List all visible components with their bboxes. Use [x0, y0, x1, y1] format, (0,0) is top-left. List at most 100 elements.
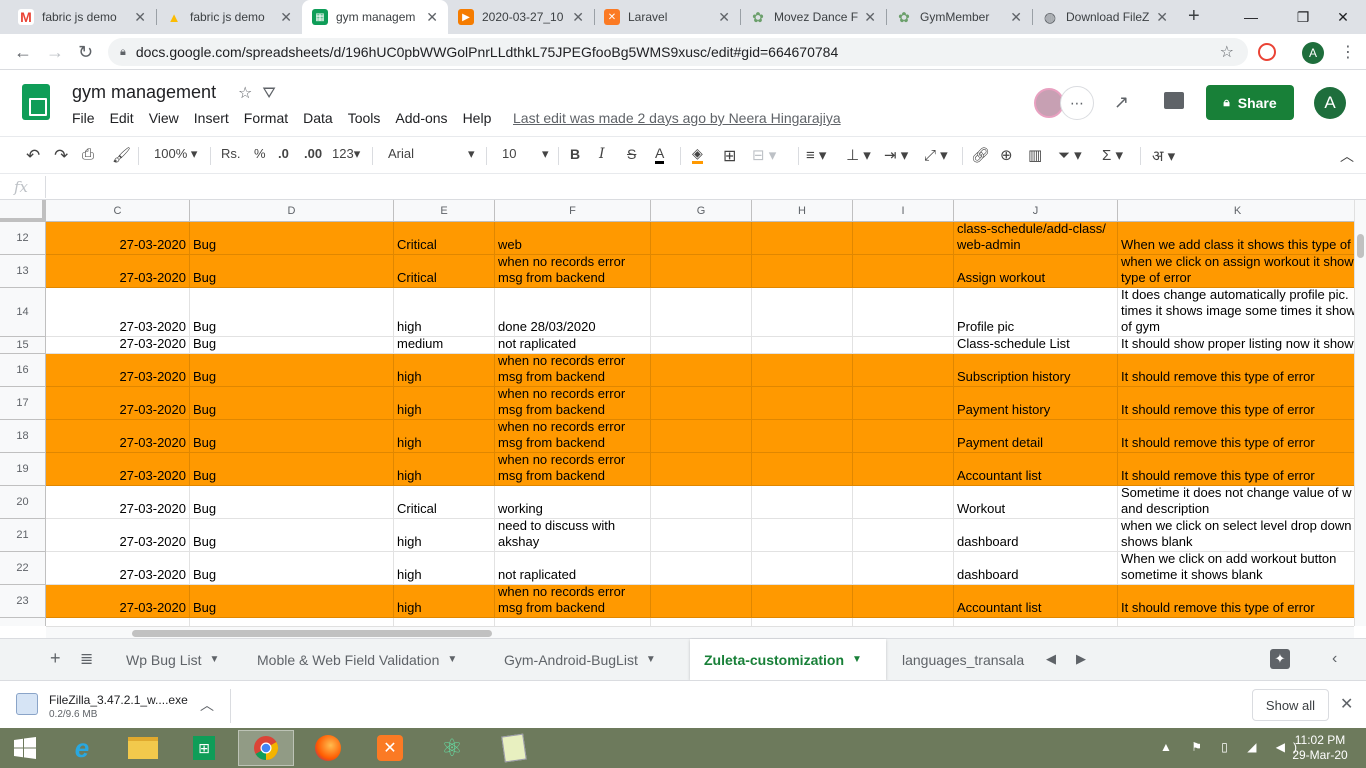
cell[interactable]: Bug [190, 453, 394, 486]
browser-tab[interactable]: ▶ 2020-03-27_10 ✕ [448, 0, 594, 34]
last-edit-link[interactable]: Last edit was made 2 days ago by Neera H… [513, 110, 841, 126]
cell[interactable]: Critical [394, 486, 495, 519]
cell[interactable]: Bug [190, 420, 394, 453]
download-file-name[interactable]: FileZilla_3.47.2.1_w....exe [49, 693, 188, 707]
percent-format-button[interactable]: % [254, 146, 266, 161]
browser-tab-active[interactable]: ▦ gym managem ✕ [302, 0, 448, 34]
windows-start-icon[interactable] [0, 730, 50, 766]
cell[interactable] [651, 387, 752, 420]
row-header[interactable]: 12 [0, 222, 46, 255]
cell[interactable] [853, 288, 954, 337]
formula-input[interactable] [52, 178, 1342, 196]
chevron-up-icon[interactable]: ︿ [200, 695, 214, 715]
column-header-i[interactable]: I [853, 200, 954, 222]
column-header-h[interactable]: H [752, 200, 853, 222]
cell[interactable]: Bug [190, 288, 394, 337]
cell[interactable]: dashboard [954, 552, 1118, 585]
menu-tools[interactable]: Tools [348, 110, 381, 126]
notepad-icon[interactable] [486, 730, 542, 766]
activity-dashboard-icon[interactable]: ↗ [1114, 92, 1129, 113]
cell[interactable] [752, 354, 853, 387]
cell[interactable]: high [394, 519, 495, 552]
cell[interactable]: Class-schedule List [954, 337, 1118, 354]
column-header-j[interactable]: J [954, 200, 1118, 222]
cell[interactable]: 27-03-2020 [46, 222, 190, 255]
column-header-f[interactable]: F [495, 200, 651, 222]
cell[interactable] [651, 585, 752, 618]
row-header[interactable]: 22 [0, 552, 46, 585]
cell[interactable]: when no records error msg from backend [495, 387, 651, 420]
cell[interactable]: done 28/03/2020 [495, 288, 651, 337]
font-size-select[interactable]: 10 ▾ [502, 146, 552, 161]
paint-format-icon[interactable]: 🖌︎ [112, 146, 131, 164]
row-header[interactable]: 14 [0, 288, 46, 337]
cell[interactable] [853, 354, 954, 387]
taskbar-clock[interactable]: 11:02 PM 29-Mar-20 [1290, 733, 1350, 763]
font-family-select[interactable]: Arial ▾ [388, 146, 478, 161]
cell[interactable]: 27-03-2020 [46, 453, 190, 486]
cell[interactable]: Bug [190, 585, 394, 618]
cell[interactable] [853, 618, 954, 626]
cell[interactable]: It does change automatically profile pic… [1118, 288, 1354, 337]
move-to-drive-icon[interactable]: ⛛ [262, 85, 285, 102]
cell[interactable] [651, 486, 752, 519]
bold-icon[interactable]: B [570, 146, 580, 162]
horizontal-align-icon[interactable]: ≡ ▾ [806, 146, 826, 164]
atom-icon[interactable]: ⚛ [424, 730, 480, 766]
cell[interactable]: Bug [190, 337, 394, 354]
input-tools-select[interactable]: अ ▾ [1152, 146, 1175, 166]
cell[interactable]: Sometime it does not change value of w an… [1118, 486, 1354, 519]
close-icon[interactable]: ✕ [1010, 9, 1022, 26]
sheet-tab-languages[interactable]: languages_transala [888, 639, 1032, 680]
xampp-icon[interactable]: ✕ [362, 730, 418, 766]
undo-icon[interactable]: ↶ [26, 146, 40, 166]
collapse-menus-icon[interactable]: ︿ [1340, 146, 1354, 166]
browser-menu-icon[interactable]: ⋮ [1340, 42, 1356, 62]
sheet-tab-zuleta-customization[interactable]: Zuleta-customization ▼ [690, 639, 886, 680]
currency-format-button[interactable]: Rs. [221, 146, 241, 161]
cell[interactable]: It should put proper gui of test class [1118, 618, 1354, 626]
cell[interactable]: Registration [954, 618, 1118, 626]
cell[interactable]: class-schedule/add-class/web-admin [954, 222, 1118, 255]
cell[interactable]: Bug [190, 255, 394, 288]
menu-addons[interactable]: Add-ons [395, 110, 447, 126]
vertical-scrollbar[interactable] [1354, 200, 1366, 626]
close-icon[interactable]: ✕ [572, 9, 584, 26]
browser-tab[interactable]: M fabric js demo ✕ [8, 0, 156, 34]
insert-link-icon[interactable]: 🔗︎ [971, 146, 990, 164]
row-header[interactable]: 16 [0, 354, 46, 387]
text-rotation-icon[interactable]: ⤢ ▾ [924, 146, 948, 164]
italic-icon[interactable]: I [599, 146, 605, 162]
document-title[interactable]: gym management [72, 82, 216, 103]
cell[interactable]: Bug [190, 387, 394, 420]
cell[interactable]: 27-03-2020 [46, 354, 190, 387]
cell[interactable] [752, 420, 853, 453]
cell[interactable]: high [394, 552, 495, 585]
cell[interactable] [853, 453, 954, 486]
fill-color-icon[interactable]: ◈ [692, 146, 703, 164]
strikethrough-icon[interactable]: S [627, 146, 636, 162]
insert-chart-icon[interactable]: ▥ [1028, 146, 1042, 164]
cell[interactable] [853, 519, 954, 552]
cell[interactable]: when we click on select level drop down s… [1118, 519, 1354, 552]
cell[interactable]: dashboard [954, 519, 1118, 552]
cell[interactable] [853, 420, 954, 453]
cell[interactable]: It should show proper listing now it sho… [1118, 337, 1354, 354]
cell[interactable]: Subscription history [954, 354, 1118, 387]
cell[interactable] [853, 552, 954, 585]
cell[interactable]: 27-03-2020 [46, 255, 190, 288]
sheet-tab-field-validation[interactable]: Moble & Web Field Validation ▼ [243, 639, 487, 680]
cell[interactable]: Payment history [954, 387, 1118, 420]
cell[interactable]: 27-03-2020 [46, 618, 190, 626]
cell[interactable]: Assign workout [954, 255, 1118, 288]
cell[interactable]: It should remove this type of error [1118, 354, 1354, 387]
row-header[interactable]: 21 [0, 519, 46, 552]
cell[interactable] [752, 337, 853, 354]
more-formats-select[interactable]: 123▾ [332, 146, 360, 162]
text-wrapping-icon[interactable]: ⇥ ▾ [884, 146, 908, 164]
browser-tab[interactable]: ✿ Movez Dance F ✕ [740, 0, 886, 34]
zoom-select[interactable]: 100% ▾ [154, 146, 197, 162]
system-tray[interactable]: ▲ ⚑ ▯ ◢ ◀︎) [1160, 740, 1305, 754]
cell[interactable]: high [394, 288, 495, 337]
cell[interactable]: It should remove this type of error [1118, 387, 1354, 420]
